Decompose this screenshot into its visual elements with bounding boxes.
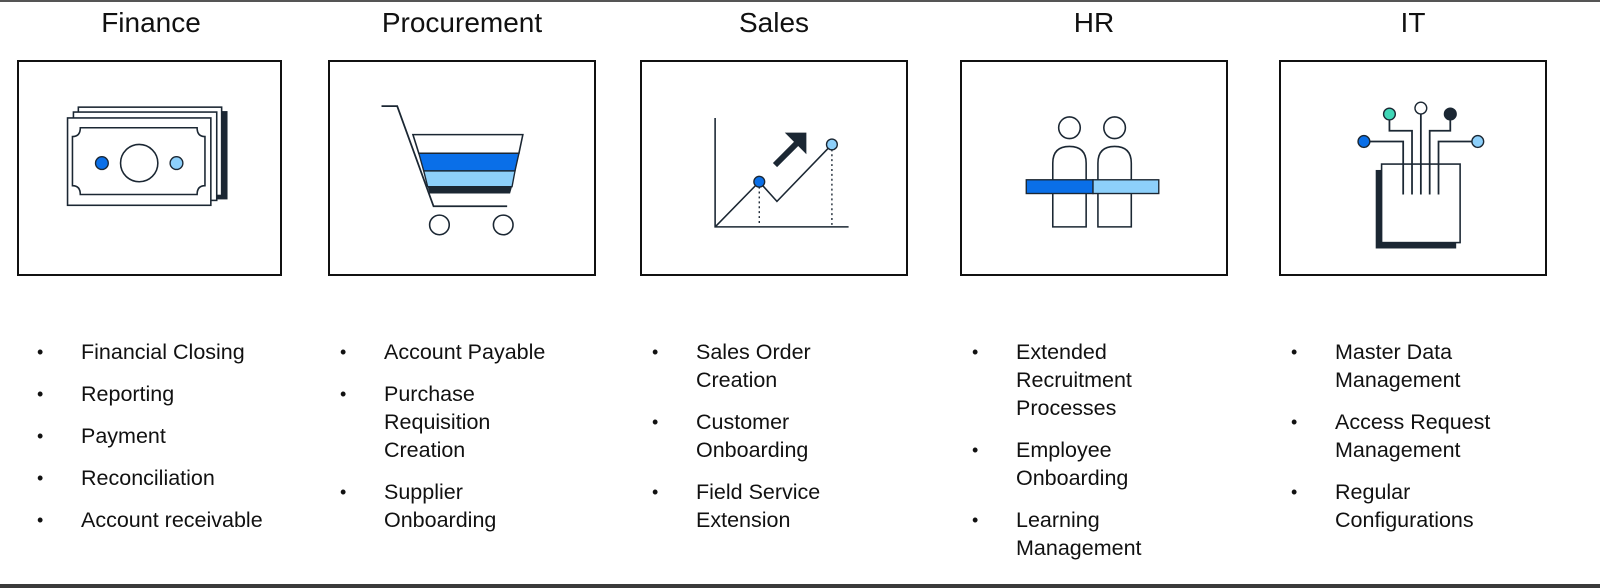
list-item: • Customer Onboarding (652, 410, 809, 462)
column-title: HR (1073, 7, 1115, 38)
list-item: • Access Request Management (1291, 410, 1491, 462)
up-arrow-icon (772, 132, 807, 168)
column-title: Finance (101, 7, 201, 38)
blue-point (753, 175, 766, 188)
light-blue-point (825, 138, 838, 151)
list-item: • Extended Recruitment Processes (972, 340, 1132, 420)
money-stack-icon (66, 106, 228, 207)
bullet-list-finance: • Financial Closing • Reporting • Payment •… (25, 338, 305, 548)
list-item: • Regular Configurations (1291, 480, 1474, 532)
growth-chart-icon (714, 117, 849, 228)
column-title: IT (1400, 7, 1426, 38)
bottom-border (0, 584, 1600, 588)
bullet-list-procurement: • Account Payable • Purchase Requisition C… (328, 338, 608, 548)
bullet-list-it: • Master Data Management • Access Request … (1279, 338, 1579, 548)
list-item: • Sales Order Creation (652, 340, 811, 392)
icon-box-finance (17, 60, 282, 276)
icon-box-procurement (328, 60, 596, 276)
icon-box-it (1279, 60, 1547, 276)
icon-box-sales (640, 60, 908, 276)
blue-dot (94, 156, 109, 171)
circuit-chip-icon (1357, 101, 1485, 249)
top-border (0, 0, 1600, 2)
column-title: Sales (738, 7, 810, 38)
list-item: • Purchase Requisition Creation (340, 382, 491, 462)
blue-node (1357, 134, 1371, 149)
people-icon (1025, 116, 1160, 228)
list-item: • Account Payable (340, 340, 546, 364)
list-item: • Supplier Onboarding (340, 480, 497, 532)
list-item: • Learning Management (972, 508, 1142, 560)
blue-bar (1025, 179, 1094, 195)
list-item: • Reporting (37, 382, 175, 406)
navy-node (1443, 107, 1457, 121)
list-item: • Master Data Management (1291, 340, 1461, 392)
column-title: Procurement (381, 7, 543, 38)
list-item: • Reconciliation (37, 466, 215, 490)
list-item: • Field Service Extension (652, 480, 821, 532)
bullet-list-sales: • Sales Order Creation • Customer Onboardi… (640, 338, 920, 548)
light-blue-bar (1092, 179, 1160, 195)
light-blue-node (1471, 134, 1485, 149)
icon-box-hr (960, 60, 1228, 276)
list-item: • Account receivable (37, 508, 263, 532)
list-item: • Employee Onboarding (972, 438, 1129, 490)
light-blue-dot (169, 156, 184, 171)
white-node (1414, 101, 1428, 115)
list-item: • Payment (37, 424, 166, 448)
bullet-list-hr: • Extended Recruitment Processes • Employe… (960, 338, 1240, 576)
list-item: • Financial Closing (37, 340, 245, 364)
teal-node (1382, 107, 1397, 121)
shopping-cart-icon (381, 105, 524, 236)
